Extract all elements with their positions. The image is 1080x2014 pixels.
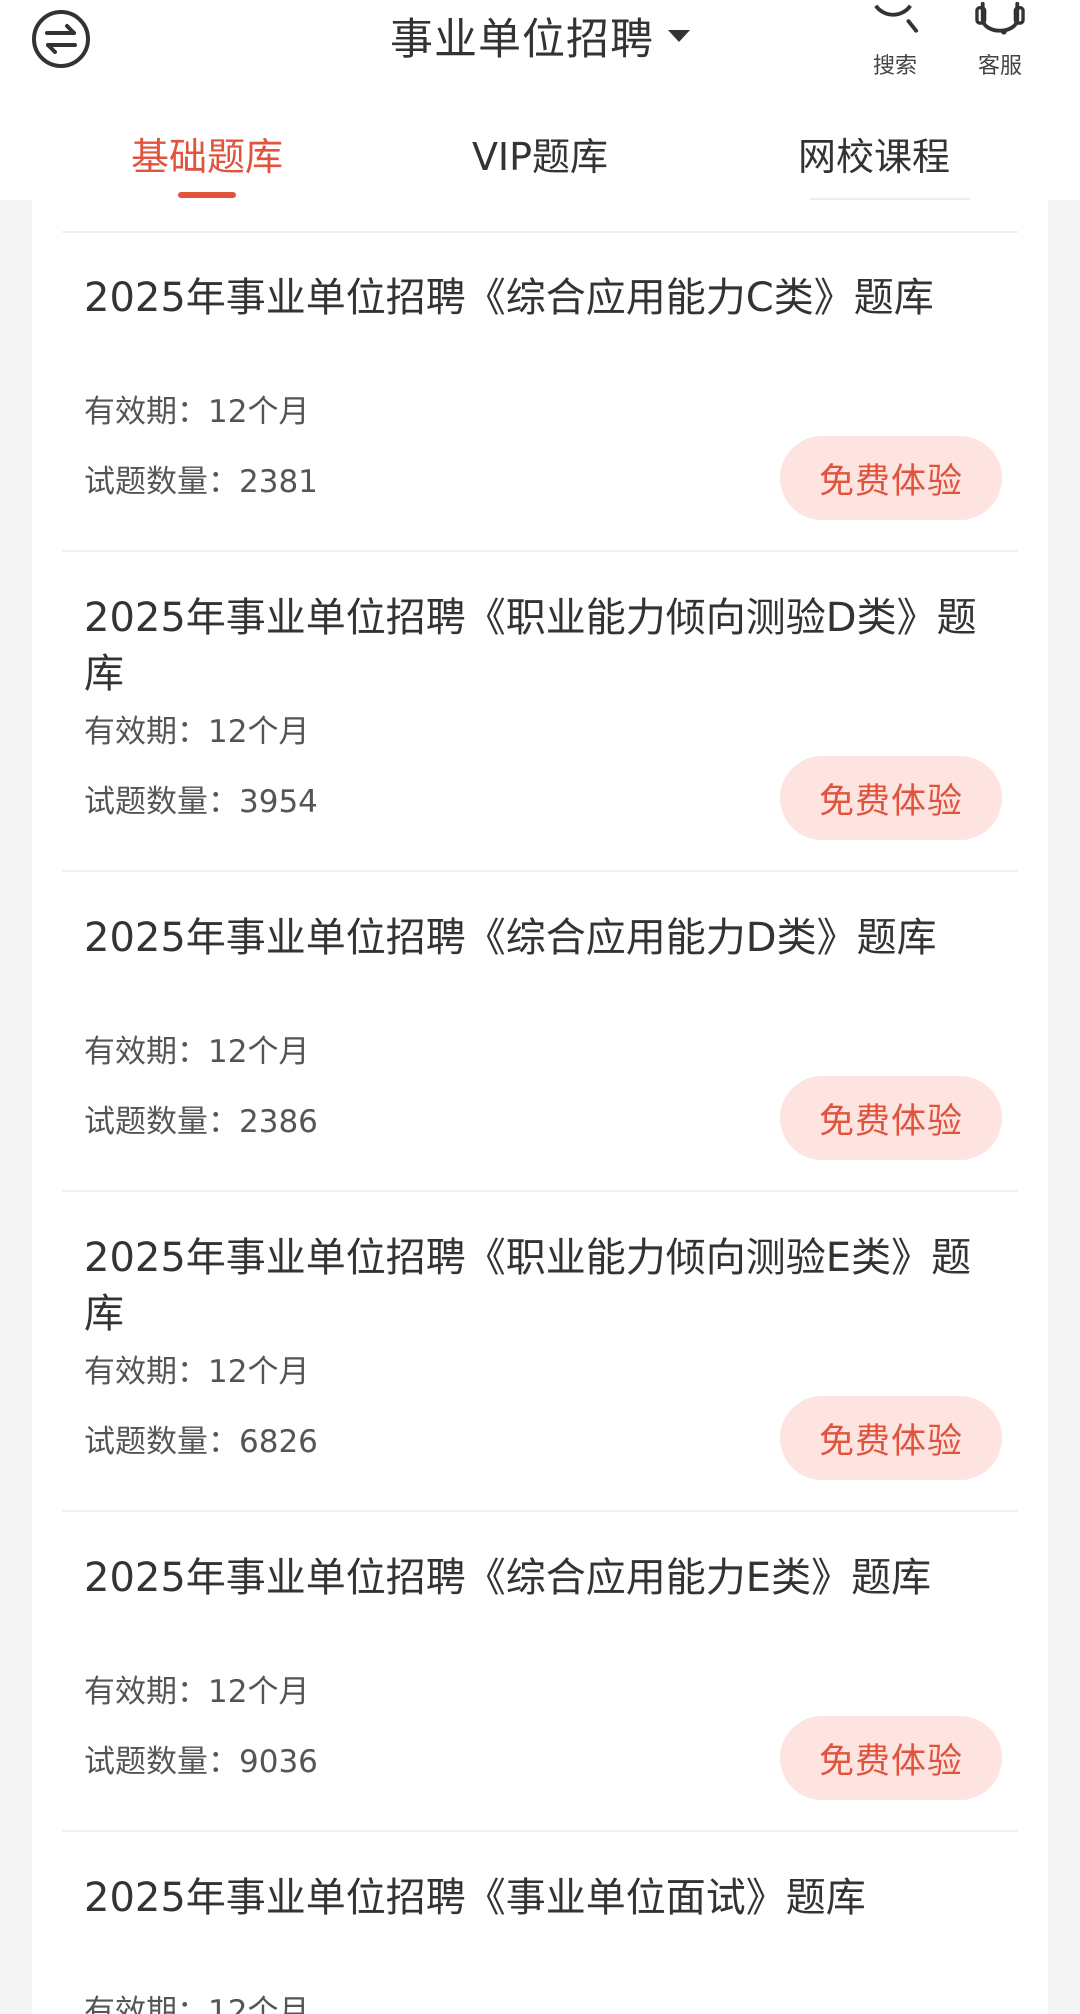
bank-title: 2025年事业单位招聘《综合应用能力E类》题库 xyxy=(84,1555,932,1601)
free-trial-button[interactable]: 免费体验 xyxy=(780,1396,1002,1480)
question-count: 试题数量：3954 xyxy=(84,784,318,820)
list-item[interactable]: 2025年事业单位招聘《综合应用能力C类》题库 有效期：12个月 试题数量：23… xyxy=(62,232,1018,552)
page-title: 事业单位招聘 xyxy=(390,15,654,65)
tab-bar: 基础题库 VIP题库 网校课程 xyxy=(0,110,1080,200)
search-icon xyxy=(874,4,919,33)
service-label: 客服 xyxy=(977,54,1022,79)
validity-text: 有效期：12个月 xyxy=(84,1674,310,1710)
question-count: 试题数量：6826 xyxy=(84,1424,318,1460)
tab-vip-bank[interactable]: VIP题库 xyxy=(472,126,608,181)
free-trial-button[interactable]: 免费体验 xyxy=(780,436,1002,520)
search-label: 搜索 xyxy=(872,54,917,79)
tab-online-courses[interactable]: 网校课程 xyxy=(798,126,950,181)
caret-down-icon xyxy=(668,30,690,42)
list-item[interactable]: 2025年事业单位招聘《综合应用能力E类》题库 有效期：12个月 试题数量：90… xyxy=(62,1512,1018,1832)
bank-title: 2025年事业单位招聘《职业能力倾向测验E类》题库 xyxy=(84,1235,972,1337)
list-item[interactable]: 2025年事业单位招聘《综合应用能力D类》题库 有效期：12个月 试题数量：23… xyxy=(62,872,1018,1192)
validity-text: 有效期：12个月 xyxy=(84,1034,310,1070)
list-item[interactable]: 2025年事业单位招聘《职业能力倾向测验E类》题库 有效期：12个月 试题数量：… xyxy=(62,1192,1018,1512)
question-count: 试题数量：2386 xyxy=(84,1104,318,1140)
top-header: 事业单位招聘 搜索 客服 基础题库 VIP题库 网校课程 xyxy=(0,0,1080,200)
validity-text: 有效期：12个月 xyxy=(84,1994,310,2014)
validity-text: 有效期：12个月 xyxy=(84,1354,310,1390)
free-trial-button[interactable]: 免费体验 xyxy=(780,756,1002,840)
question-count: 试题数量：2381 xyxy=(84,464,318,500)
tab-basic-bank[interactable]: 基础题库 xyxy=(131,126,283,181)
exam-category-selector[interactable]: 事业单位招聘 xyxy=(390,5,690,67)
free-trial-button[interactable]: 免费体验 xyxy=(780,1716,1002,1800)
validity-text: 有效期：12个月 xyxy=(84,714,310,750)
question-count: 试题数量：9036 xyxy=(84,1744,318,1780)
active-tab-indicator xyxy=(178,192,236,198)
headset-icon xyxy=(975,1,1025,35)
search-button[interactable]: 搜索 xyxy=(860,0,930,80)
list-item[interactable]: 2025年事业单位招聘《职业能力倾向测验D类》题库 有效期：12个月 试题数量：… xyxy=(62,552,1018,872)
customer-service-button[interactable]: 客服 xyxy=(965,0,1035,80)
bank-title: 2025年事业单位招聘《职业能力倾向测验D类》题库 xyxy=(84,595,977,697)
free-trial-button[interactable]: 免费体验 xyxy=(780,1076,1002,1160)
bank-title: 2025年事业单位招聘《综合应用能力D类》题库 xyxy=(84,915,937,961)
validity-text: 有效期：12个月 xyxy=(84,394,310,430)
question-bank-list: 2025年事业单位招聘《综合应用能力C类》题库 有效期：12个月 试题数量：23… xyxy=(32,200,1048,2014)
bank-title: 2025年事业单位招聘《综合应用能力C类》题库 xyxy=(84,275,934,321)
bank-title: 2025年事业单位招聘《事业单位面试》题库 xyxy=(84,1875,866,1921)
list-item[interactable]: 2025年事业单位招聘《事业单位面试》题库 有效期：12个月 xyxy=(62,1832,1018,2014)
